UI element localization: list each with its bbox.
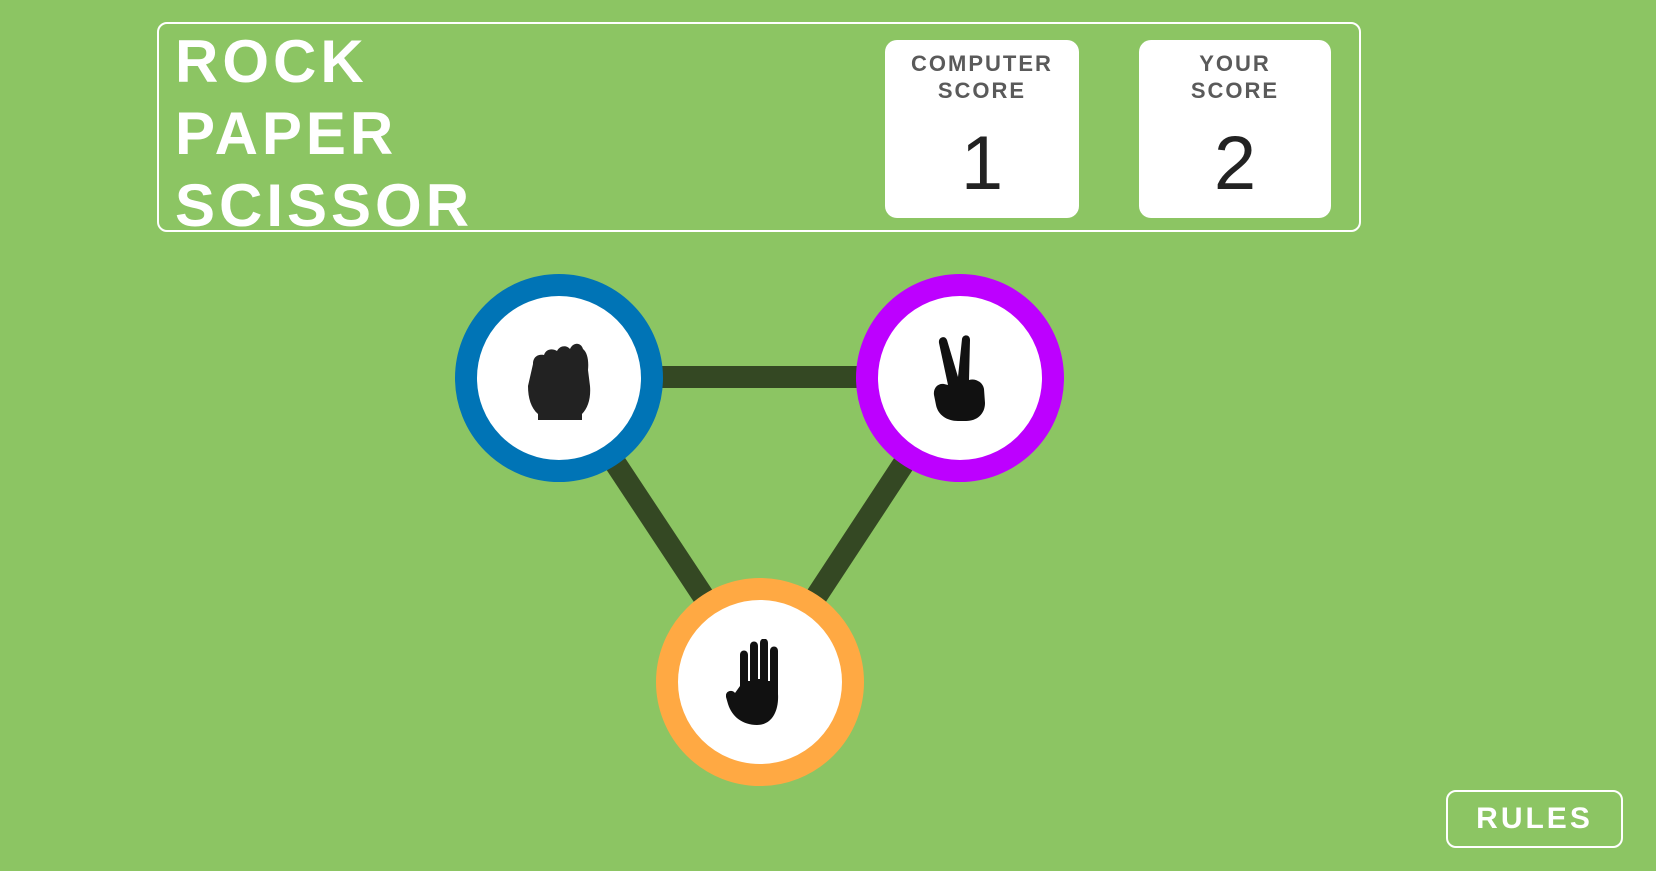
fist-icon xyxy=(528,343,591,420)
victory-hand-icon xyxy=(933,335,985,421)
open-hand-icon xyxy=(726,639,779,725)
rules-button[interactable]: RULES xyxy=(1446,790,1623,848)
rock-choice-button[interactable] xyxy=(455,274,663,482)
scissor-choice-button[interactable] xyxy=(856,274,1064,482)
paper-choice-button[interactable] xyxy=(656,578,864,786)
game-board xyxy=(0,0,1656,871)
